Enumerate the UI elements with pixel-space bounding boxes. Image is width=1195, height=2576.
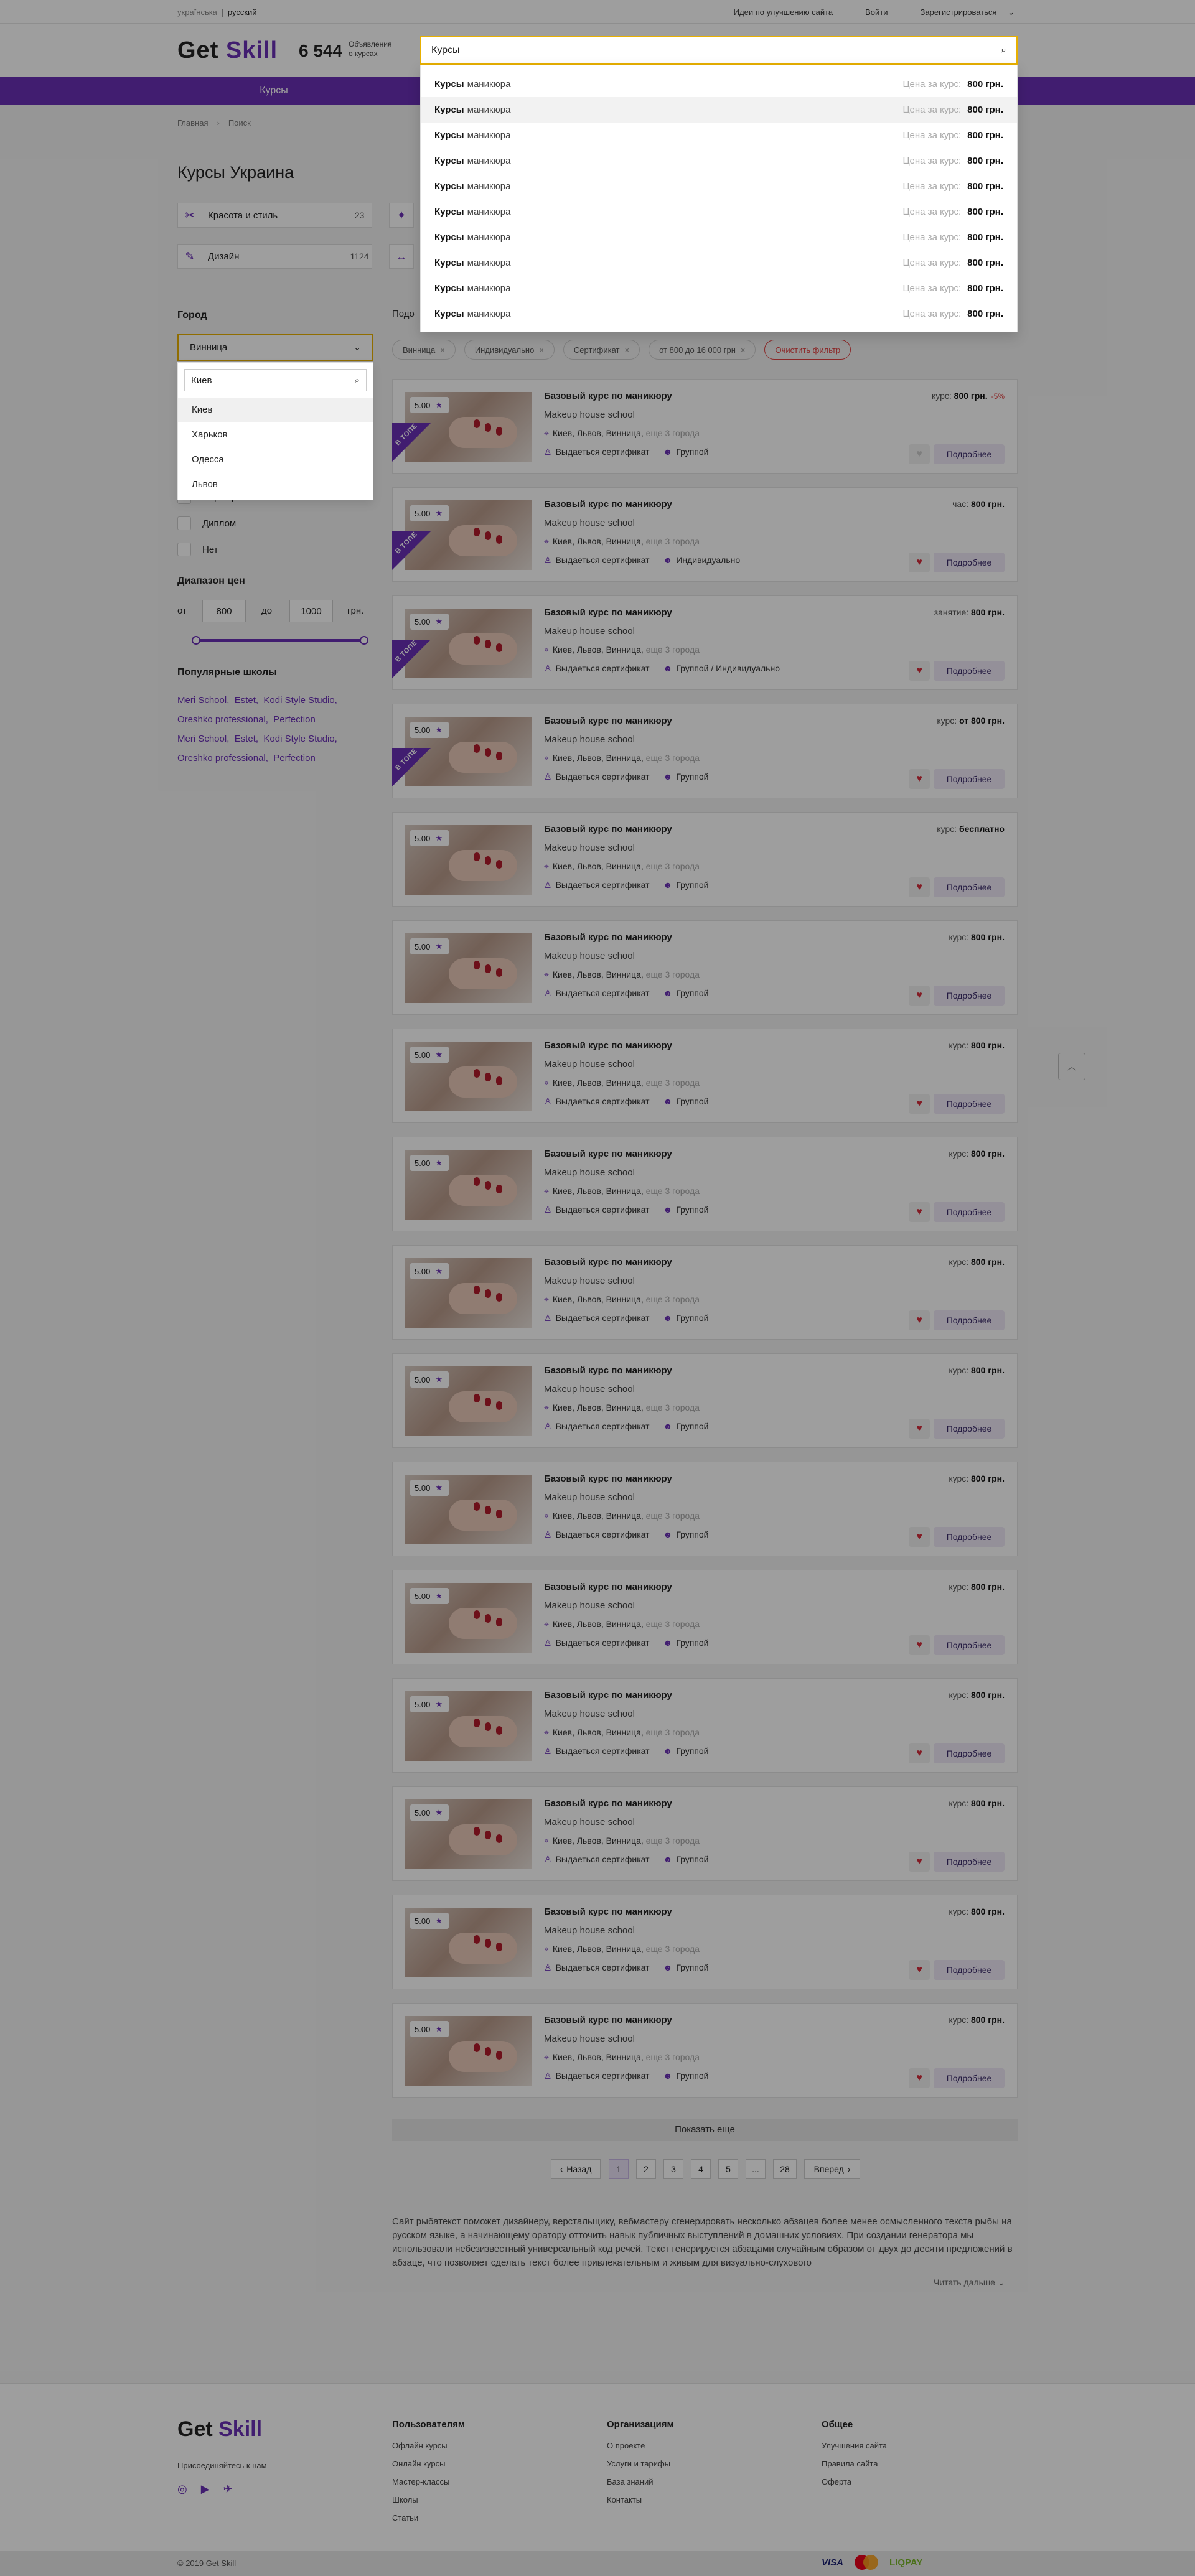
suggestion-price: 800 грн. [967,156,1003,166]
suggestion-price-label: Цена за курс: [902,283,962,294]
suggestion-price: 800 грн. [967,258,1003,268]
suggestion-rest: маникюра [467,156,511,166]
suggestion-price: 800 грн. [967,130,1003,141]
suggestion-rest: маникюра [467,130,511,141]
suggestion-rest: маникюра [467,105,511,115]
city-search-input[interactable]: Киев ⌕ [184,369,367,391]
suggestion-query: Курсы [434,105,464,115]
suggestion-item[interactable]: Курсы маникюра Цена за курс: 800 грн. [421,199,1017,225]
suggestion-query: Курсы [434,283,464,294]
suggestion-rest: маникюра [467,258,511,268]
search-value: Курсы [431,45,460,55]
suggestion-query: Курсы [434,232,464,243]
suggestion-rest: маникюра [467,181,511,192]
suggestion-query: Курсы [434,130,464,141]
suggestion-price-label: Цена за курс: [902,156,962,166]
suggestion-price-label: Цена за курс: [902,258,962,268]
suggestion-price: 800 грн. [967,105,1003,115]
suggestion-query: Курсы [434,156,464,166]
suggestion-price-label: Цена за курс: [902,79,962,90]
suggestion-item[interactable]: Курсы маникюра Цена за курс: 800 грн. [421,174,1017,199]
city-option[interactable]: Одесса [178,447,373,472]
suggestion-item[interactable]: Курсы маникюра Цена за курс: 800 грн. [421,148,1017,174]
suggestion-price: 800 грн. [967,181,1003,192]
city-search-value: Киев [191,375,212,386]
suggestion-rest: маникюра [467,207,511,217]
search-icon: ⌕ [354,375,360,386]
city-dropdown: Киев ⌕ Киев Харьков Одесса Львов [177,362,373,500]
suggestion-query: Курсы [434,258,464,268]
suggestion-item[interactable]: Курсы маникюра Цена за курс: 800 грн. [421,123,1017,148]
suggestion-item[interactable]: Курсы маникюра Цена за курс: 800 грн. [421,301,1017,327]
suggestion-item[interactable]: Курсы маникюра Цена за курс: 800 грн. [421,97,1017,123]
city-option[interactable]: Львов [178,472,373,497]
suggestion-price: 800 грн. [967,232,1003,243]
suggestion-price: 800 грн. [967,79,1003,90]
city-option[interactable]: Харьков [178,422,373,447]
suggestion-price-label: Цена за курс: [902,232,962,243]
suggestion-price-label: Цена за курс: [902,130,962,141]
suggestion-price-label: Цена за курс: [902,309,962,319]
search-icon[interactable]: ⌕ [1001,45,1006,56]
suggestion-rest: маникюра [467,283,511,294]
search-input[interactable]: Курсы ⌕ [420,36,1018,65]
suggestion-price: 800 грн. [967,309,1003,319]
suggestion-rest: маникюра [467,79,511,90]
suggestion-price-label: Цена за курс: [902,181,962,192]
suggestion-price-label: Цена за курс: [902,207,962,217]
suggestion-price-label: Цена за курс: [902,105,962,115]
suggestion-price: 800 грн. [967,207,1003,217]
suggestion-query: Курсы [434,79,464,90]
suggestion-rest: маникюра [467,232,511,243]
suggestion-query: Курсы [434,207,464,217]
suggestion-price: 800 грн. [967,283,1003,294]
suggestion-item[interactable]: Курсы маникюра Цена за курс: 800 грн. [421,250,1017,276]
suggestion-item[interactable]: Курсы маникюра Цена за курс: 800 грн. [421,72,1017,97]
city-option[interactable]: Киев [178,398,373,422]
suggestion-query: Курсы [434,309,464,319]
suggestion-query: Курсы [434,181,464,192]
suggestion-item[interactable]: Курсы маникюра Цена за курс: 800 грн. [421,225,1017,250]
suggestion-item[interactable]: Курсы маникюра Цена за курс: 800 грн. [421,276,1017,301]
suggestion-rest: маникюра [467,309,511,319]
search-suggestions: Курсы маникюра Цена за курс: 800 грн. Курсы м… [420,65,1018,332]
